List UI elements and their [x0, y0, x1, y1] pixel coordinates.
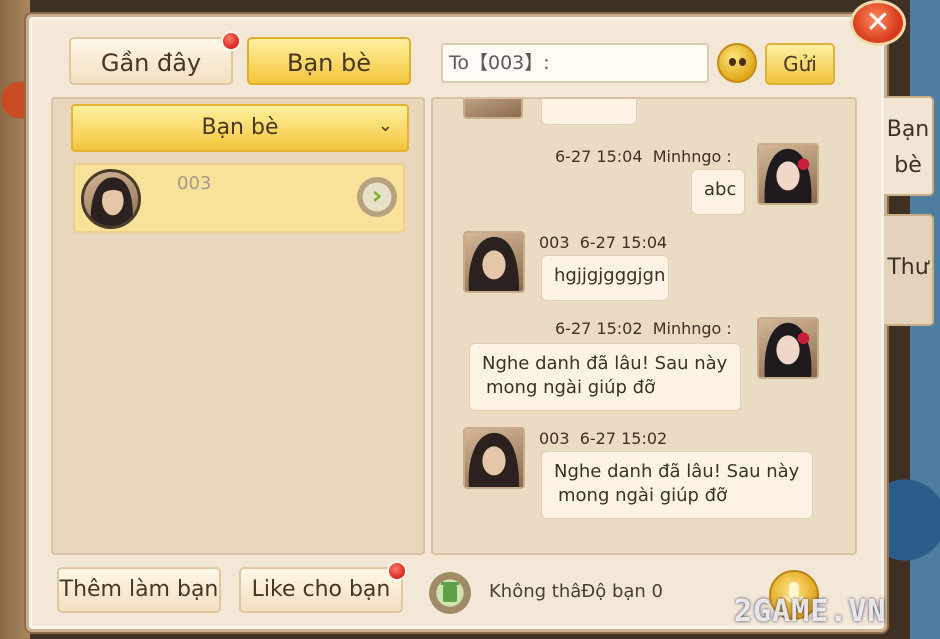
- avatar: [463, 99, 523, 119]
- avatar-portrait: [468, 432, 520, 487]
- avatar: [463, 427, 525, 489]
- message-text-line: mong ngài giúp đỡ: [558, 485, 728, 506]
- tab-friends-label: Bạn bè: [286, 49, 371, 77]
- message-meta: 6-27 15:02 Minhngo :: [555, 319, 732, 338]
- chat-bubble: Nghe danh đã lâu! Sau này mong ngài giúp…: [469, 343, 741, 411]
- tab-friends[interactable]: Bạn bè: [247, 37, 411, 85]
- message-text-line: Nghe danh đã lâu! Sau này: [482, 353, 728, 374]
- add-friend-label: Thêm làm bạn: [59, 577, 219, 602]
- side-tab-friends-label: Bạn: [886, 117, 930, 142]
- emoji-icon: [729, 58, 736, 66]
- friend-name: 003: [177, 173, 212, 194]
- message-text-line: Nghe danh đã lâu! Sau này: [554, 461, 800, 482]
- tab-recent-label: Gần đây: [100, 49, 202, 77]
- friend-group-label: Bạn bè: [201, 115, 279, 140]
- side-tab-mail-label: Thư: [887, 255, 929, 280]
- side-tab-friends[interactable]: Bạn bè: [884, 96, 934, 196]
- chat-bubble-clipped: [541, 99, 637, 125]
- recipient-input[interactable]: To【003】:: [441, 43, 709, 83]
- send-label: Gửi: [783, 52, 817, 76]
- chat-bubble: abc: [691, 169, 745, 215]
- avatar: [757, 143, 819, 205]
- watermark: 2GAME.VN: [734, 594, 887, 629]
- avatar-portrait: [468, 236, 520, 291]
- trash-icon[interactable]: [429, 572, 471, 614]
- send-button[interactable]: Gửi: [765, 43, 835, 85]
- message-timestamp: 6-27 15:02: [555, 319, 643, 338]
- message-meta: 6-27 15:04 Minhngo :: [555, 147, 732, 166]
- message-text: abc: [704, 179, 737, 200]
- avatar-portrait: [764, 322, 812, 377]
- side-tab-friends-label-2: bè: [894, 153, 922, 178]
- chevron-right-icon[interactable]: ›: [357, 177, 397, 217]
- recipient-label: To【003】:: [449, 52, 550, 74]
- like-friend-label: Like cho bạn: [251, 577, 391, 602]
- chevron-down-icon: ⌄: [377, 115, 393, 136]
- friendship-status: Không thâĐộ bạn 0: [489, 581, 663, 602]
- notification-badge: [387, 561, 407, 581]
- message-meta: 003 6-27 15:02: [539, 429, 667, 448]
- like-friend-button[interactable]: Like cho bạn: [239, 567, 403, 613]
- chat-history-pane[interactable]: 6-27 15:04 Minhngo : abc 003 6-27 15:04 …: [431, 97, 857, 555]
- friend-list-item[interactable]: 003 ›: [73, 163, 405, 233]
- add-friend-button[interactable]: Thêm làm bạn: [57, 567, 221, 613]
- avatar-portrait: [764, 148, 812, 203]
- message-timestamp: 6-27 15:04: [555, 147, 643, 166]
- message-meta: 003 6-27 15:04: [539, 233, 667, 252]
- emoji-icon-eye: [739, 58, 746, 66]
- message-text-line: mong ngài giúp đỡ: [486, 377, 656, 398]
- chat-bubble: Nghe danh đã lâu! Sau này mong ngài giúp…: [541, 451, 813, 519]
- notification-badge: [221, 31, 241, 51]
- close-icon: ✕: [865, 5, 891, 40]
- message-text: hgjjgjgggjgn: [554, 265, 666, 286]
- message-timestamp: 6-27 15:02: [579, 429, 668, 448]
- friend-list-pane: Bạn bè ⌄ 003 ›: [51, 97, 425, 555]
- friend-group-header[interactable]: Bạn bè ⌄: [71, 104, 409, 152]
- chat-bubble: hgjjgjgggjgn: [541, 255, 669, 301]
- avatar-portrait: [90, 177, 133, 226]
- close-button[interactable]: ✕: [850, 0, 906, 46]
- message-sender: 003: [539, 429, 570, 448]
- tab-recent[interactable]: Gần đây: [69, 37, 233, 85]
- avatar: [463, 231, 525, 293]
- avatar: [757, 317, 819, 379]
- message-sender: Minhngo :: [652, 319, 732, 338]
- chat-window: Gần đây Bạn bè To【003】: Gửi Bạn bè ⌄ 003…: [26, 14, 887, 632]
- trash-glyph: [441, 582, 459, 602]
- message-timestamp: 6-27 15:04: [579, 233, 668, 252]
- emoji-button[interactable]: [717, 43, 757, 83]
- avatar: [81, 169, 141, 229]
- message-sender: 003: [539, 233, 570, 252]
- side-tab-mail[interactable]: Thư: [884, 214, 934, 326]
- message-sender: Minhngo :: [652, 147, 732, 166]
